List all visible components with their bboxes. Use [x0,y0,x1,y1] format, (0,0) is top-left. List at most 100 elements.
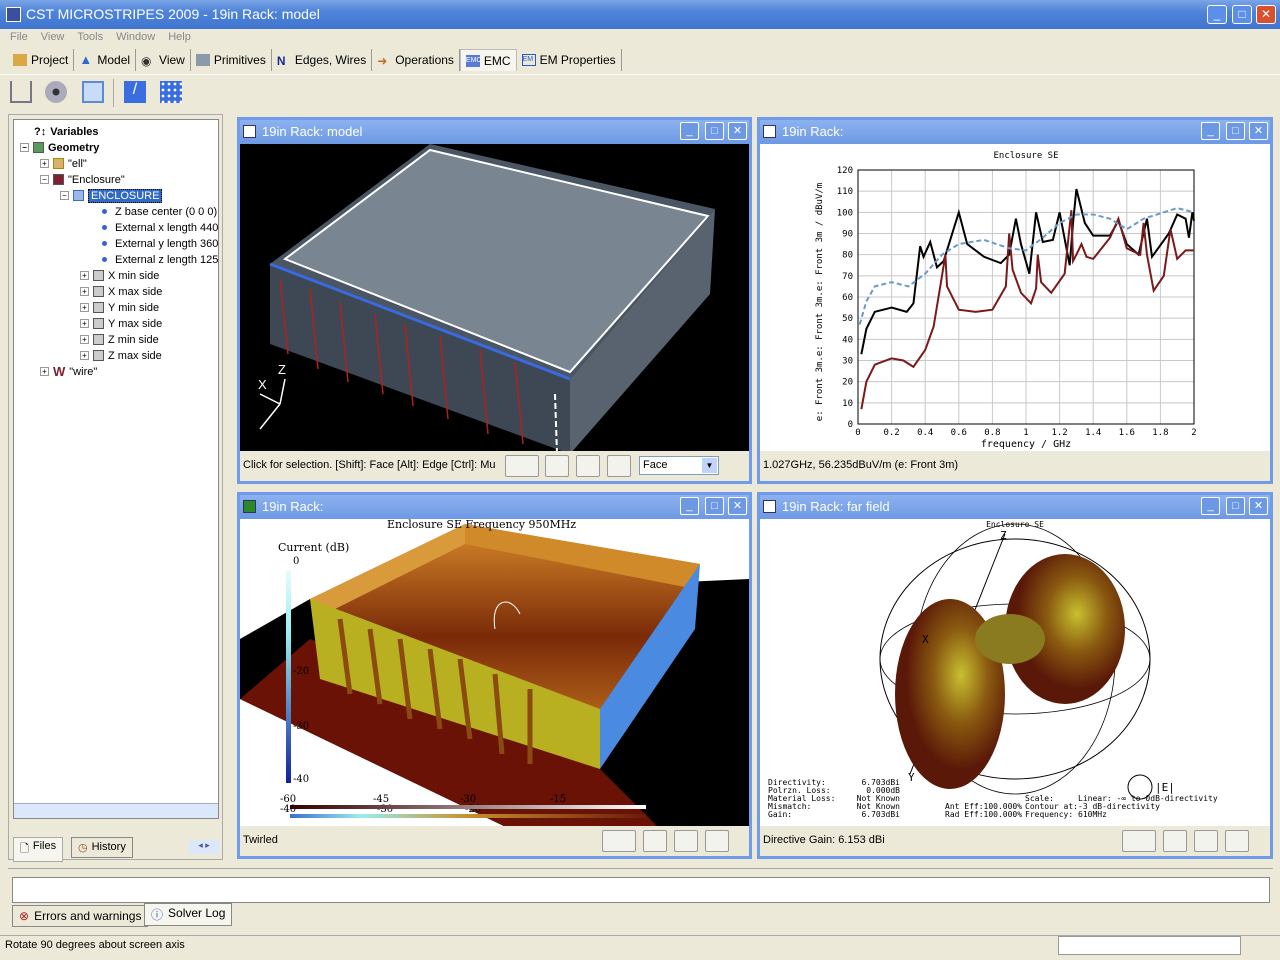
minimize-button[interactable]: _ [680,497,699,515]
plot-tool-button[interactable] [545,455,569,477]
side-item[interactable]: + X max side [80,284,162,299]
menu-window[interactable]: Window [116,31,155,43]
close-button[interactable]: ✕ [728,497,747,515]
param-item[interactable]: External x length 440 [98,220,218,235]
arrow-icon: ➜ [377,54,388,68]
axis-tool-button[interactable] [674,830,698,852]
y-tick-label: 10 [842,399,853,409]
menu-tools[interactable]: Tools [77,31,103,43]
panel-header: 19in Rack: _ □ ✕ [240,495,749,519]
param-item[interactable]: External z length 125 [98,252,218,267]
tree-enclosure[interactable]: − "Enclosure" [40,172,125,187]
status-text: Rotate 90 degrees about screen axis [5,939,185,951]
menu-file[interactable]: File [10,31,28,43]
side-item[interactable]: + Y max side [80,316,162,331]
axis-x-label: X [258,377,267,392]
minimize-button[interactable]: _ [1201,122,1220,140]
face-icon [93,318,104,329]
options-dropdown-button[interactable] [602,830,636,852]
tab-emc[interactable]: EMC EMC [459,49,517,71]
tab-view[interactable]: ◉ View [136,49,191,71]
maximize-button[interactable]: □ [1226,497,1245,515]
chart-view[interactable]: Enclosure SE frequency / GHz e: Front 3m… [760,144,1270,451]
tab-edges-wires[interactable]: N Edges, Wires [272,49,373,71]
tab-files[interactable]: 🗋 Files [13,837,64,862]
play-icon [243,500,256,513]
menu-help[interactable]: Help [168,31,191,43]
zoom-tool-button[interactable] [705,830,729,852]
axis-z-label: Z [278,362,286,377]
face-icon [93,302,104,313]
side-item[interactable]: + X min side [80,268,159,283]
legend-tick: -30 [293,721,309,732]
axis-tool-button[interactable] [1194,830,1218,852]
options-dropdown-button[interactable] [1122,830,1156,852]
tab-scroll-arrows[interactable]: ◂ ▸ [189,840,219,854]
tree-ell[interactable]: + "ell" [40,156,87,171]
message-area: ⊗ Errors and warnings ⓘ Solver Log [8,868,1273,930]
y-tick-label: 60 [842,293,853,303]
wire-tool-icon[interactable]: / [124,81,146,103]
expand-icon: + [40,159,49,168]
geometry-icon [33,142,44,153]
x-tick-label: 2 [1191,428,1196,438]
box-icon[interactable] [82,81,104,103]
minimize-button[interactable]: _ [680,122,699,140]
tab-solver-log[interactable]: ⓘ Solver Log [144,903,233,926]
panel-footer: Directive Gain: 6.153 dBi [760,826,1270,856]
close-button[interactable]: ✕ [728,122,747,140]
tree-geometry[interactable]: − Geometry [20,140,99,155]
side-item[interactable]: + Z min side [80,332,159,347]
tab-em-properties[interactable]: EM EM Properties [517,49,622,71]
maximize-button[interactable]: □ [1232,5,1252,24]
plot-tool-button[interactable] [643,830,667,852]
colorbar-horizontal-2 [290,814,646,818]
tree-variables[interactable]: ?↕ Variables [34,124,99,139]
zoom-tool-button[interactable] [1225,830,1249,852]
zoom-tool-button[interactable] [607,455,631,477]
expand-icon: + [40,367,49,376]
navigation-tree[interactable]: ?↕ Variables − Geometry + "ell" − "Enclosure… [13,119,219,819]
x-tick-label: 0.4 [917,428,933,438]
side-item[interactable]: + Y min side [80,300,159,315]
tab-primitives[interactable]: Primitives [191,49,272,71]
selection-hint: Click for selection. [Shift]: Face [Alt]… [243,459,496,471]
3d-model-view[interactable]: X Z [240,144,749,451]
maximize-button[interactable]: □ [705,497,724,515]
close-button[interactable]: ✕ [1249,497,1268,515]
tree-wire[interactable]: + W "wire" [40,364,97,379]
tree-enclosure-item[interactable]: − ENCLOSURE [60,188,163,203]
horizontal-scrollbar[interactable] [14,803,218,818]
plot-tool-button[interactable] [1163,830,1187,852]
menu-view[interactable]: View [41,31,65,43]
expand-icon: + [80,335,89,344]
tab-operations[interactable]: ➜ Operations [372,49,460,71]
side-item[interactable]: + Z max side [80,348,162,363]
tab-errors-warnings[interactable]: ⊗ Errors and warnings [12,905,149,927]
param-item[interactable]: External y length 360 [98,236,218,251]
axis-tool-button[interactable] [576,455,600,477]
tab-project[interactable]: Project [8,49,75,71]
comb-icon[interactable] [10,81,32,103]
cursor-readout: 1.027GHz, 56.235dBuV/m (e: Front 3m) [763,459,959,471]
tab-history[interactable]: ◷ History [71,837,133,858]
close-button[interactable]: ✕ [1256,5,1276,24]
solid-icon [53,174,64,185]
close-button[interactable]: ✕ [1249,122,1268,140]
param-item[interactable]: Z base center (0 0 0) [98,204,217,219]
info-value: 6.703dBi [861,810,900,819]
info-label: Gain: [768,810,792,819]
current-view[interactable]: Enclosure SE Frequency 950MHz Current (d… [240,519,749,826]
farfield-view[interactable]: Enclosure SE Z Y X |E| Directivity: 6.703… [760,519,1270,826]
fan-icon[interactable] [45,81,67,103]
grid-icon[interactable] [160,81,182,103]
minimize-button[interactable]: _ [1207,5,1227,24]
maximize-button[interactable]: □ [705,122,724,140]
tab-model[interactable]: ▲ Model [74,49,137,71]
options-dropdown-button[interactable] [505,455,539,477]
selection-mode-select[interactable]: Face ▼ [639,456,719,475]
message-output[interactable] [12,877,1270,903]
triangle-icon: ▲ [79,52,93,67]
minimize-button[interactable]: _ [1201,497,1220,515]
maximize-button[interactable]: □ [1226,122,1245,140]
